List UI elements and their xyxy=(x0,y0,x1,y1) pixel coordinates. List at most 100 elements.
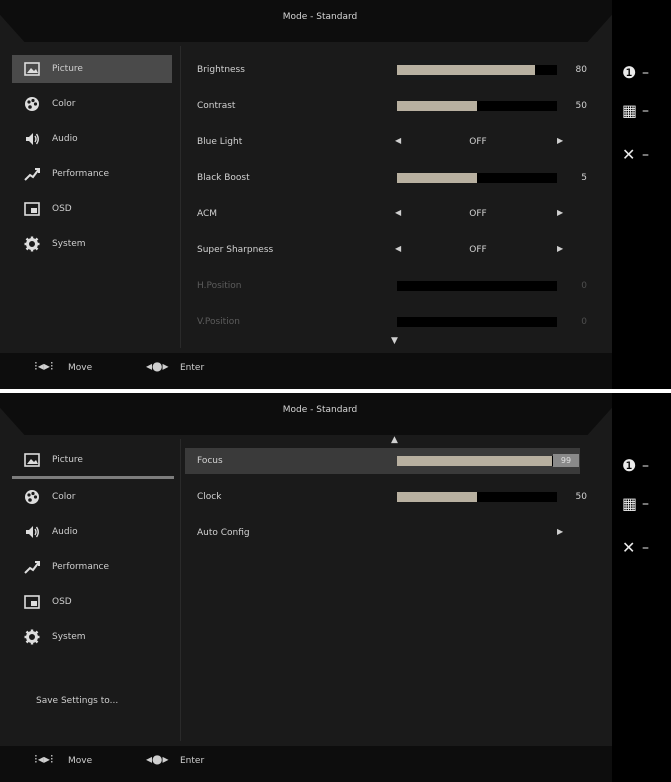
v-position-value: 0 xyxy=(581,317,587,327)
divider xyxy=(180,439,181,741)
sidebar-item-system[interactable]: System xyxy=(12,230,172,258)
contrast-label: Contrast xyxy=(197,101,236,111)
super-sharpness-row[interactable]: Super Sharpness ◀ OFF ▶ xyxy=(185,237,580,263)
osd-icon xyxy=(24,202,40,216)
blue-light-row[interactable]: Blue Light ◀ OFF ▶ xyxy=(185,129,580,155)
move-icon: ⁝◂▸⁝ xyxy=(34,359,54,373)
color-icon xyxy=(25,97,39,111)
acm-row[interactable]: ACM ◀ OFF ▶ xyxy=(185,201,580,227)
audio-icon xyxy=(26,526,39,538)
sidebar-item-label: Audio xyxy=(52,527,78,537)
sidebar-item-performance[interactable]: Performance xyxy=(12,553,172,581)
arrow-right-icon[interactable]: ▶ xyxy=(557,208,563,217)
sidebar-item-color[interactable]: Color xyxy=(12,483,172,511)
hotkey-strip xyxy=(612,0,671,389)
super-sharpness-label: Super Sharpness xyxy=(197,245,274,255)
divider xyxy=(180,46,181,348)
sidebar-item-picture[interactable]: Picture xyxy=(12,55,172,83)
clock-slider[interactable] xyxy=(397,492,557,502)
sidebar-item-label: OSD xyxy=(52,204,72,214)
contrast-slider[interactable] xyxy=(397,101,557,111)
focus-slider[interactable] xyxy=(397,456,557,466)
move-icon: ⁝◂▸⁝ xyxy=(34,752,54,766)
mode-title: Mode - Standard xyxy=(282,405,358,415)
sidebar-item-label: System xyxy=(52,239,86,249)
move-label: Move xyxy=(68,756,93,766)
grid-hotkey[interactable]: ▦ – xyxy=(622,495,654,513)
sidebar-item-label: Color xyxy=(52,99,76,109)
h-position-slider[interactable] xyxy=(397,281,557,291)
black-boost-row[interactable]: Black Boost 5 xyxy=(185,165,587,191)
auto-config-row[interactable]: Auto Config ▶ xyxy=(185,520,580,546)
picture-icon xyxy=(24,453,40,467)
close-icon: ✕ xyxy=(622,145,636,164)
footer: ⁝◂▸⁝ Move ◂●▸ Enter xyxy=(0,353,612,389)
info-hotkey[interactable]: ❶ – xyxy=(622,457,654,475)
clock-label: Clock xyxy=(197,492,222,502)
sidebar-item-osd[interactable]: OSD xyxy=(12,195,172,223)
close-hotkey[interactable]: ✕ – xyxy=(622,539,654,557)
v-position-row[interactable]: V.Position 0 xyxy=(185,309,587,335)
hotkey-strip xyxy=(612,393,671,782)
focus-value: 99 xyxy=(553,454,579,467)
h-position-label: H.Position xyxy=(197,281,242,291)
brightness-value: 80 xyxy=(575,65,587,75)
close-icon: ✕ xyxy=(622,538,636,557)
enter-label: Enter xyxy=(180,363,205,373)
arrow-right-icon[interactable]: ▶ xyxy=(557,527,563,536)
grid-hotkey[interactable]: ▦ – xyxy=(622,102,654,120)
auto-config-label: Auto Config xyxy=(197,528,250,538)
focus-row[interactable]: Focus 99 xyxy=(185,448,580,474)
performance-icon xyxy=(24,168,40,181)
sidebar-item-audio[interactable]: Audio xyxy=(12,125,172,153)
contrast-row[interactable]: Contrast 50 xyxy=(185,93,587,119)
contrast-fill xyxy=(397,101,477,111)
picture-icon xyxy=(24,62,40,76)
black-boost-label: Black Boost xyxy=(197,173,250,183)
sidebar-item-color[interactable]: Color xyxy=(12,90,172,118)
info-icon: ❶ xyxy=(622,456,637,475)
move-label: Move xyxy=(68,363,93,373)
grid-icon: ▦ xyxy=(622,494,638,513)
scroll-down-icon[interactable]: ▼ xyxy=(391,336,398,346)
save-settings-button[interactable]: Save Settings to... xyxy=(36,696,118,706)
focus-fill xyxy=(397,456,553,466)
osd-panel-picture-page2: Mode - Standard Picture Color Audio Perf… xyxy=(0,393,671,782)
sidebar-item-osd[interactable]: OSD xyxy=(12,588,172,616)
blue-light-value: OFF xyxy=(469,137,487,147)
sidebar-item-performance[interactable]: Performance xyxy=(12,160,172,188)
sidebar: Picture Color Audio Performance OSD Syst… xyxy=(12,50,177,350)
brightness-label: Brightness xyxy=(197,65,245,75)
sidebar-item-audio[interactable]: Audio xyxy=(12,518,172,546)
sidebar-item-picture[interactable]: Picture xyxy=(12,446,172,474)
clock-row[interactable]: Clock 50 xyxy=(185,484,587,510)
arrow-right-icon[interactable]: ▶ xyxy=(557,244,563,253)
scroll-up-icon[interactable]: ▲ xyxy=(391,435,398,445)
sidebar-item-label: Performance xyxy=(52,169,110,179)
enter-icon: ◂●▸ xyxy=(146,359,169,373)
black-boost-slider[interactable] xyxy=(397,173,557,183)
system-icon xyxy=(24,236,40,252)
grid-icon: ▦ xyxy=(622,101,638,120)
arrow-left-icon[interactable]: ◀ xyxy=(395,244,401,253)
h-position-row[interactable]: H.Position 0 xyxy=(185,273,587,299)
arrow-left-icon[interactable]: ◀ xyxy=(395,208,401,217)
enter-label: Enter xyxy=(180,756,205,766)
arrow-left-icon[interactable]: ◀ xyxy=(395,136,401,145)
info-icon: ❶ xyxy=(622,63,637,82)
v-position-label: V.Position xyxy=(197,317,240,327)
brightness-row[interactable]: Brightness 80 xyxy=(185,57,587,83)
sidebar-item-system[interactable]: System xyxy=(12,623,172,651)
v-position-slider[interactable] xyxy=(397,317,557,327)
contrast-value: 50 xyxy=(575,101,587,111)
acm-label: ACM xyxy=(197,209,218,219)
brightness-slider[interactable] xyxy=(397,65,557,75)
system-icon xyxy=(24,629,40,645)
close-hotkey[interactable]: ✕ – xyxy=(622,146,654,164)
selected-underline xyxy=(12,476,174,479)
arrow-right-icon[interactable]: ▶ xyxy=(557,136,563,145)
sidebar-item-label: Picture xyxy=(52,455,83,465)
sidebar-item-label: Performance xyxy=(52,562,110,572)
brightness-fill xyxy=(397,65,535,75)
info-hotkey[interactable]: ❶ – xyxy=(622,64,654,82)
